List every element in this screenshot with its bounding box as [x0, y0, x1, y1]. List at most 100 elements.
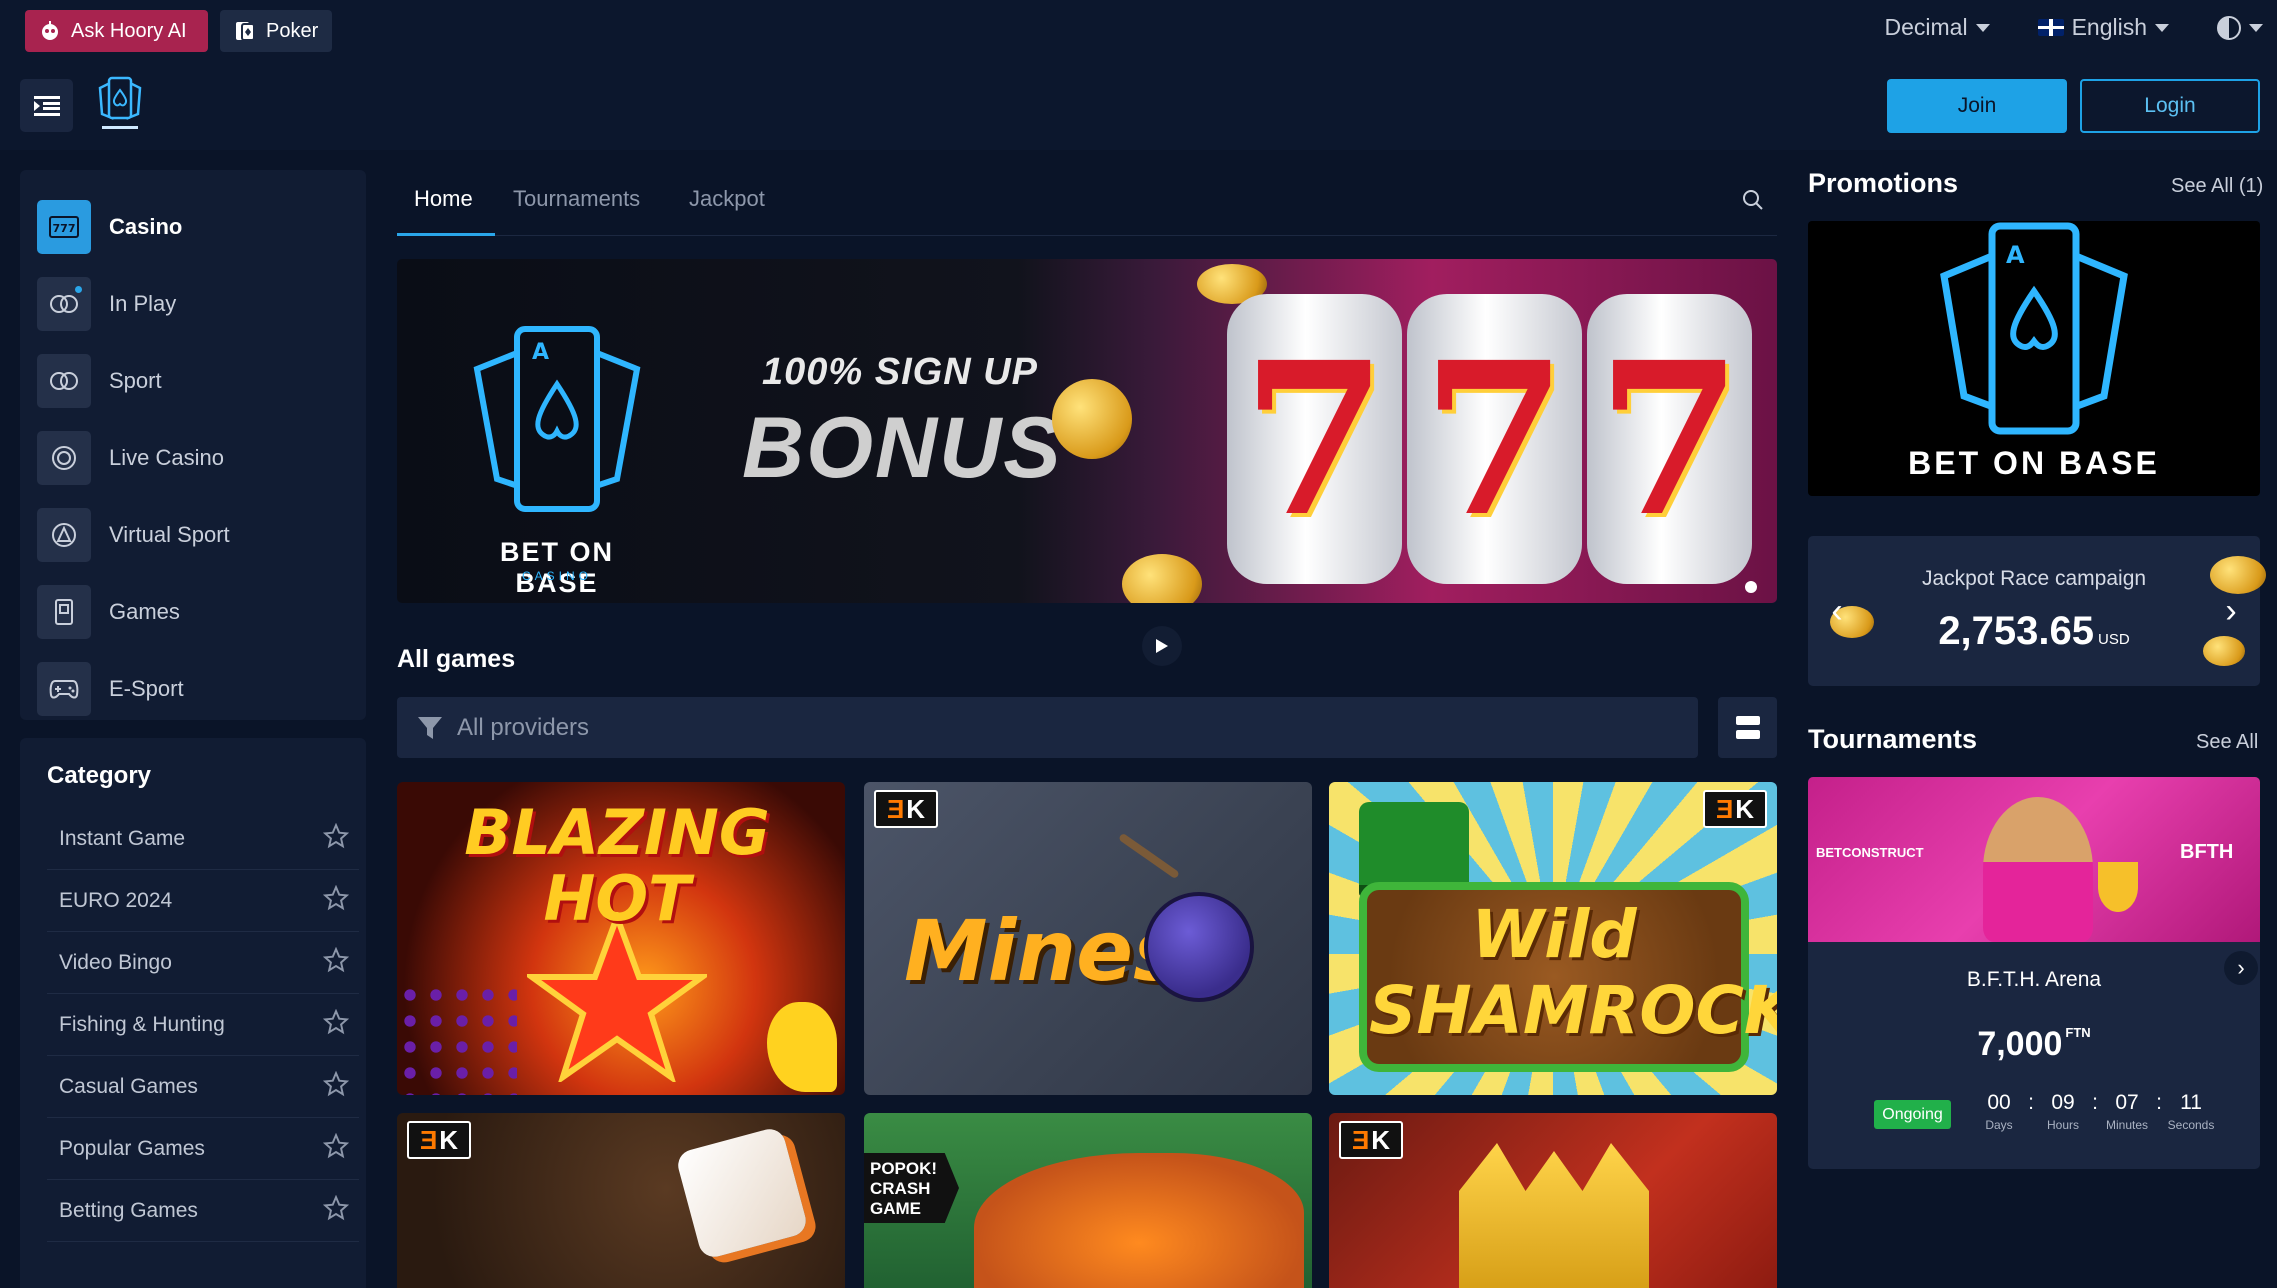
play-icon: [1156, 639, 1168, 653]
game-title: Wild SHAMROCK: [1369, 896, 1777, 1049]
search-icon[interactable]: [1741, 188, 1765, 217]
game-tile-crash[interactable]: POPOK! CRASH GAME: [864, 1113, 1312, 1288]
promo-banner[interactable]: A BET ON BASE CASINO 100% SIGN UP BONUS …: [397, 259, 1777, 603]
crown-graphic: [1459, 1143, 1649, 1288]
nav-item-sport[interactable]: Sport: [20, 342, 366, 419]
chevron-down-icon: [2249, 23, 2263, 32]
poker-label: Poker: [266, 19, 319, 42]
category-item[interactable]: Instant Game: [47, 808, 359, 870]
category-item[interactable]: Casual Games: [47, 1056, 359, 1118]
tab-home[interactable]: Home: [414, 186, 473, 212]
banner-brand: BET ON BASE: [499, 537, 614, 598]
timer-label: Hours: [2046, 1118, 2079, 1132]
category-item[interactable]: EURO 2024: [47, 870, 359, 932]
nav-item-virtual-sport[interactable]: Virtual Sport: [20, 496, 366, 573]
jackpot-amount: 2,753.65 USD: [1808, 609, 2260, 654]
gamepad-icon: [37, 661, 91, 716]
tournament-prize: 7,000 FTN: [1808, 1025, 2260, 1064]
join-button[interactable]: Join: [1887, 79, 2067, 133]
ask-hoory-ai-label: Ask Hoory AI: [71, 19, 187, 42]
star-icon[interactable]: [322, 1132, 350, 1165]
menu-toggle-button[interactable]: [20, 79, 73, 132]
trophy-graphic: [2098, 862, 2138, 912]
cards-icon: [234, 20, 256, 42]
carousel-dot[interactable]: [1745, 581, 1757, 593]
grapes-graphic: [397, 982, 517, 1095]
theme-toggle[interactable]: [2217, 15, 2263, 40]
nav-label: E-Sport: [109, 675, 184, 701]
category-list: Instant Game EURO 2024 Video Bingo Fishi…: [47, 808, 359, 1242]
category-label: Instant Game: [59, 826, 186, 850]
chevron-down-icon: [1975, 23, 1990, 32]
svg-text:A: A: [2006, 241, 2025, 269]
live-casino-icon: [37, 430, 91, 485]
tab-tournaments[interactable]: Tournaments: [513, 186, 640, 212]
odds-format-dropdown[interactable]: Decimal: [1884, 14, 1990, 41]
nav-label: Sport: [109, 367, 162, 393]
game-tile-dice[interactable]: ƎK: [397, 1113, 845, 1288]
nav-item-esport[interactable]: E-Sport: [20, 650, 366, 727]
mascot-graphic: [1983, 797, 2093, 942]
chevron-left-icon[interactable]: ‹: [1820, 592, 1854, 630]
nav-item-in-play[interactable]: In Play: [20, 265, 366, 342]
provider-badge: ƎK: [407, 1121, 471, 1159]
star-icon[interactable]: [322, 822, 350, 855]
providers-filter[interactable]: All providers: [397, 697, 1698, 758]
poker-button[interactable]: Poker: [220, 10, 332, 52]
language-value: English: [2071, 14, 2147, 40]
category-label: Betting Games: [59, 1198, 198, 1222]
category-label: Popular Games: [59, 1136, 205, 1160]
game-tile-mines[interactable]: ƎK Mines: [864, 782, 1312, 1095]
chevron-right-icon[interactable]: ›: [2214, 592, 2248, 630]
nav-item-live-casino[interactable]: Live Casino: [20, 419, 366, 496]
game-tile-blazing-hot[interactable]: BLAZING HOT: [397, 782, 845, 1095]
menu-icon: [33, 95, 60, 116]
prize-currency: FTN: [2065, 1025, 2091, 1040]
promotion-card[interactable]: A BET ON BASE: [1808, 221, 2260, 496]
casino-tabs: Home Tournaments Jackpot: [397, 170, 1777, 236]
star-icon[interactable]: [322, 1008, 350, 1041]
login-button[interactable]: Login: [2080, 79, 2260, 133]
list-view-icon: [1735, 730, 1760, 739]
crash-game-tag: POPOK! CRASH GAME: [864, 1153, 959, 1223]
tournament-card[interactable]: BETCONSTRUCT BFTH › B.F.T.H. Arena 7,000…: [1808, 777, 2260, 1169]
tournaments-see-all-link[interactable]: See All: [2196, 731, 2258, 754]
nav-item-casino[interactable]: 777 Casino: [20, 188, 366, 265]
provider-badge: ƎK: [1339, 1121, 1403, 1159]
category-label: Fishing & Hunting: [59, 1012, 225, 1036]
game-tile-crown[interactable]: ƎK: [1329, 1113, 1777, 1288]
star-icon[interactable]: [322, 1194, 350, 1227]
active-tab-indicator: [397, 233, 495, 236]
odds-format-value: Decimal: [1884, 14, 1968, 40]
slot-reel: 7: [1407, 294, 1582, 584]
sport-icon: [37, 353, 91, 408]
star-icon[interactable]: [322, 884, 350, 917]
virtual-sport-icon: [37, 507, 91, 562]
jackpot-value: 2,753.65: [1938, 609, 2095, 653]
nav-item-games[interactable]: Games: [20, 573, 366, 650]
carousel-play-button[interactable]: [1142, 626, 1182, 666]
category-panel: Category Instant Game EURO 2024 Video Bi…: [20, 738, 366, 1288]
star-icon[interactable]: [322, 1070, 350, 1103]
category-item[interactable]: Betting Games: [47, 1180, 359, 1242]
view-toggle-button[interactable]: [1718, 697, 1777, 758]
robot-icon: [39, 20, 61, 42]
banner-headline: 100% SIGN UP: [762, 351, 1038, 393]
category-item[interactable]: Fishing & Hunting: [47, 994, 359, 1056]
timer-days: 00: [1987, 1091, 2011, 1114]
category-item[interactable]: Popular Games: [47, 1118, 359, 1180]
game-tile-wild-shamrock[interactable]: ƎK Wild SHAMROCK: [1329, 782, 1777, 1095]
ask-hoory-ai-button[interactable]: Ask Hoory AI: [25, 10, 208, 52]
uk-flag-icon: [2037, 19, 2064, 36]
timer-label: Seconds: [2167, 1118, 2215, 1132]
site-logo[interactable]: [92, 74, 148, 140]
tab-jackpot[interactable]: Jackpot: [689, 186, 765, 212]
status-badge: Ongoing: [1874, 1100, 1951, 1129]
category-item[interactable]: Video Bingo: [47, 932, 359, 994]
language-dropdown[interactable]: English: [2037, 14, 2169, 41]
star-icon[interactable]: [322, 946, 350, 979]
promotions-see-all-link[interactable]: See All (1): [2171, 175, 2263, 198]
providers-placeholder: All providers: [457, 713, 590, 741]
game-title: BLAZING HOT: [464, 796, 770, 935]
jackpot-currency: USD: [2098, 631, 2130, 648]
